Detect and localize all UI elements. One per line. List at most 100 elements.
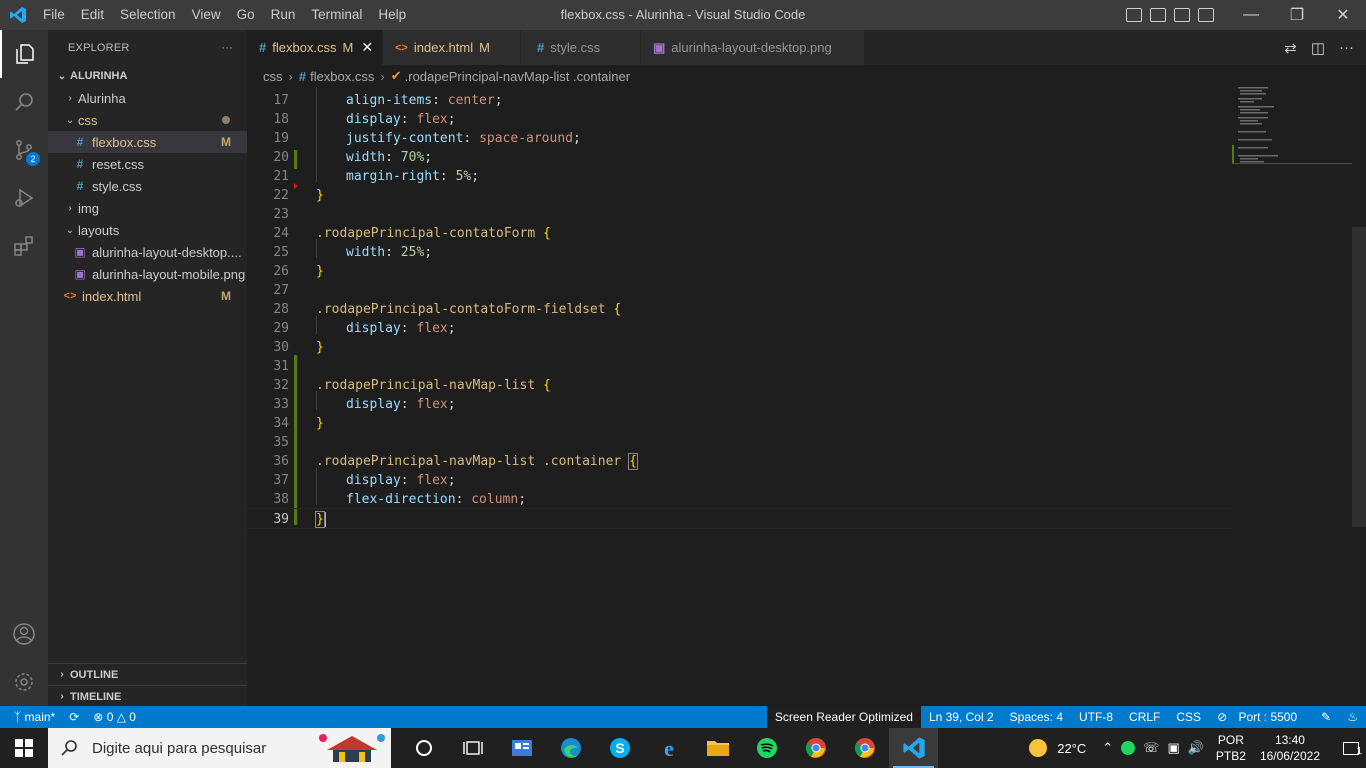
language-mode[interactable]: CSS [1168, 710, 1209, 724]
breadcrumb-folder[interactable]: css [263, 69, 283, 84]
line-number: 19 [273, 131, 289, 146]
problems-indicator[interactable]: ⊗ 0 △ 0 [93, 710, 136, 724]
toggle-sidebar-icon[interactable] [1126, 8, 1142, 22]
brace: { [628, 453, 638, 470]
indentation-status[interactable]: Spaces: 4 [1002, 710, 1071, 724]
accounts-icon[interactable] [0, 610, 48, 658]
modified-badge: M [221, 135, 231, 149]
spotify-tray-icon[interactable] [1121, 741, 1136, 755]
menu-edit[interactable]: Edit [73, 0, 112, 30]
folder-alurinha[interactable]: › Alurinha [48, 87, 247, 109]
branch-indicator[interactable]: ᛉ main* [14, 710, 55, 724]
timeline-panel[interactable]: › TIMELINE [48, 685, 247, 707]
news-widget-icon[interactable] [497, 728, 546, 768]
toggle-secondary-sidebar-icon[interactable] [1174, 8, 1190, 22]
file-flexbox-css[interactable]: # flexbox.css M [48, 131, 247, 153]
run-debug-icon[interactable] [0, 174, 48, 222]
encoding-status[interactable]: UTF-8 [1071, 710, 1121, 724]
open-changes-icon[interactable]: ⇄ [1284, 39, 1297, 57]
vertical-scrollbar[interactable] [1352, 227, 1366, 527]
menu-view[interactable]: View [184, 0, 229, 30]
show-hidden-icons-chevron-icon[interactable]: ⌃ [1102, 740, 1113, 756]
file-layout-mobile[interactable]: ▣ alurinha-layout-mobile.png [48, 263, 247, 285]
file-reset-css[interactable]: # reset.css [48, 153, 247, 175]
eol-status[interactable]: CRLF [1121, 710, 1168, 724]
menu-selection[interactable]: Selection [112, 0, 184, 30]
file-index-html[interactable]: <> index.html M [48, 285, 247, 307]
folder-css[interactable]: ⌄ css [48, 109, 247, 131]
meet-now-icon[interactable]: ☏ [1143, 740, 1159, 756]
tab-flexbox-css[interactable]: # flexbox.css M ✕ [247, 30, 383, 65]
restore-button[interactable]: ❐ [1274, 0, 1320, 30]
extensions-icon[interactable] [0, 222, 48, 270]
file-layout-desktop[interactable]: ▣ alurinha-layout-desktop.... [48, 241, 247, 263]
line-number: 29 [273, 321, 289, 336]
source-control-icon[interactable]: 2 [0, 126, 48, 174]
cursor-position[interactable]: Ln 39, Col 2 [921, 710, 1002, 724]
spotify-icon[interactable] [742, 728, 791, 768]
workspace-root[interactable]: ⌄ ALURINHA [48, 65, 247, 87]
taskbar-search-box[interactable]: Digite aqui para pesquisar [48, 728, 391, 768]
skype-icon[interactable]: S [595, 728, 644, 768]
split-editor-icon[interactable]: ◫ [1311, 39, 1325, 57]
line-number: 21 [273, 169, 289, 184]
breadcrumb-symbol[interactable]: .rodapePrincipal-navMap-list .container [405, 69, 630, 84]
css-property: width [346, 150, 386, 165]
close-window-button[interactable]: ✕ [1320, 0, 1366, 30]
css-value: 25% [400, 245, 425, 260]
more-editor-actions-icon[interactable]: ··· [1339, 39, 1354, 56]
html-file-icon: <> [395, 41, 408, 54]
manage-gear-icon[interactable] [0, 658, 48, 706]
folder-layouts[interactable]: ⌄ layouts [48, 219, 247, 241]
windows-start-icon[interactable] [0, 728, 48, 768]
edge-browser-icon[interactable] [546, 728, 595, 768]
css-property: display [346, 473, 401, 488]
outline-panel[interactable]: › OUTLINE [48, 663, 247, 685]
menu-file[interactable]: File [35, 0, 73, 30]
close-tab-icon[interactable]: ✕ [361, 39, 373, 56]
css-selector: .rodapePrincipal-contatoForm-fieldset [316, 302, 606, 317]
feedback-icon[interactable]: ✎ [1313, 710, 1339, 724]
notifications-bell-icon[interactable]: ♨ [1339, 710, 1366, 724]
tree-item-label: index.html [82, 288, 142, 304]
folder-img[interactable]: › img [48, 197, 247, 219]
tab-layout-desktop-png[interactable]: ▣ alurinha-layout-desktop.png [641, 30, 865, 65]
file-explorer-icon[interactable] [693, 728, 742, 768]
code-line: 35 [247, 433, 1232, 452]
weather-sun-icon[interactable] [1029, 739, 1048, 757]
chrome-profile-icon[interactable] [840, 728, 889, 768]
code-editor[interactable]: 17 align-items: center; 18 display: flex; … [247, 87, 1366, 706]
notification-center-icon[interactable]: 1 [1336, 728, 1366, 768]
live-server-port[interactable]: ⊘ Port : 5500 [1209, 710, 1313, 724]
tab-index-html[interactable]: <> index.html M [383, 30, 521, 65]
toggle-panel-icon[interactable] [1150, 8, 1166, 22]
screen-reader-status[interactable]: Screen Reader Optimized [766, 706, 921, 728]
minimize-button[interactable]: — [1228, 0, 1274, 30]
tab-label: style.css [550, 40, 601, 55]
customize-layout-icon[interactable] [1198, 8, 1214, 22]
menu-terminal[interactable]: Terminal [303, 0, 370, 30]
menu-run[interactable]: Run [263, 0, 304, 30]
cortana-icon[interactable] [399, 728, 448, 768]
menu-go[interactable]: Go [229, 0, 263, 30]
chrome-icon[interactable] [791, 728, 840, 768]
network-icon[interactable]: ▣ [1167, 740, 1179, 756]
tab-style-css[interactable]: # style.css [521, 30, 641, 65]
more-actions-button[interactable]: ··· [221, 42, 233, 54]
volume-icon[interactable]: 🔊 [1188, 740, 1204, 756]
menu-help[interactable]: Help [370, 0, 414, 30]
explorer-icon[interactable] [0, 30, 48, 78]
search-icon[interactable] [0, 78, 48, 126]
minimap[interactable] [1232, 87, 1352, 167]
clock[interactable]: 13:40 16/06/2022 [1260, 732, 1320, 764]
clock-date: 16/06/2022 [1259, 749, 1320, 763]
vscode-taskbar-icon[interactable] [889, 728, 938, 768]
punct: : [463, 131, 472, 146]
task-view-icon[interactable] [448, 728, 497, 768]
weather-temp[interactable]: 22°C [1057, 741, 1086, 756]
breadcrumb-file[interactable]: flexbox.css [310, 69, 374, 84]
sync-icon[interactable]: ⟳ [69, 710, 79, 724]
file-style-css[interactable]: # style.css [48, 175, 247, 197]
input-language[interactable]: POR PTB2 [1216, 732, 1246, 764]
internet-explorer-icon[interactable]: e [644, 728, 693, 768]
